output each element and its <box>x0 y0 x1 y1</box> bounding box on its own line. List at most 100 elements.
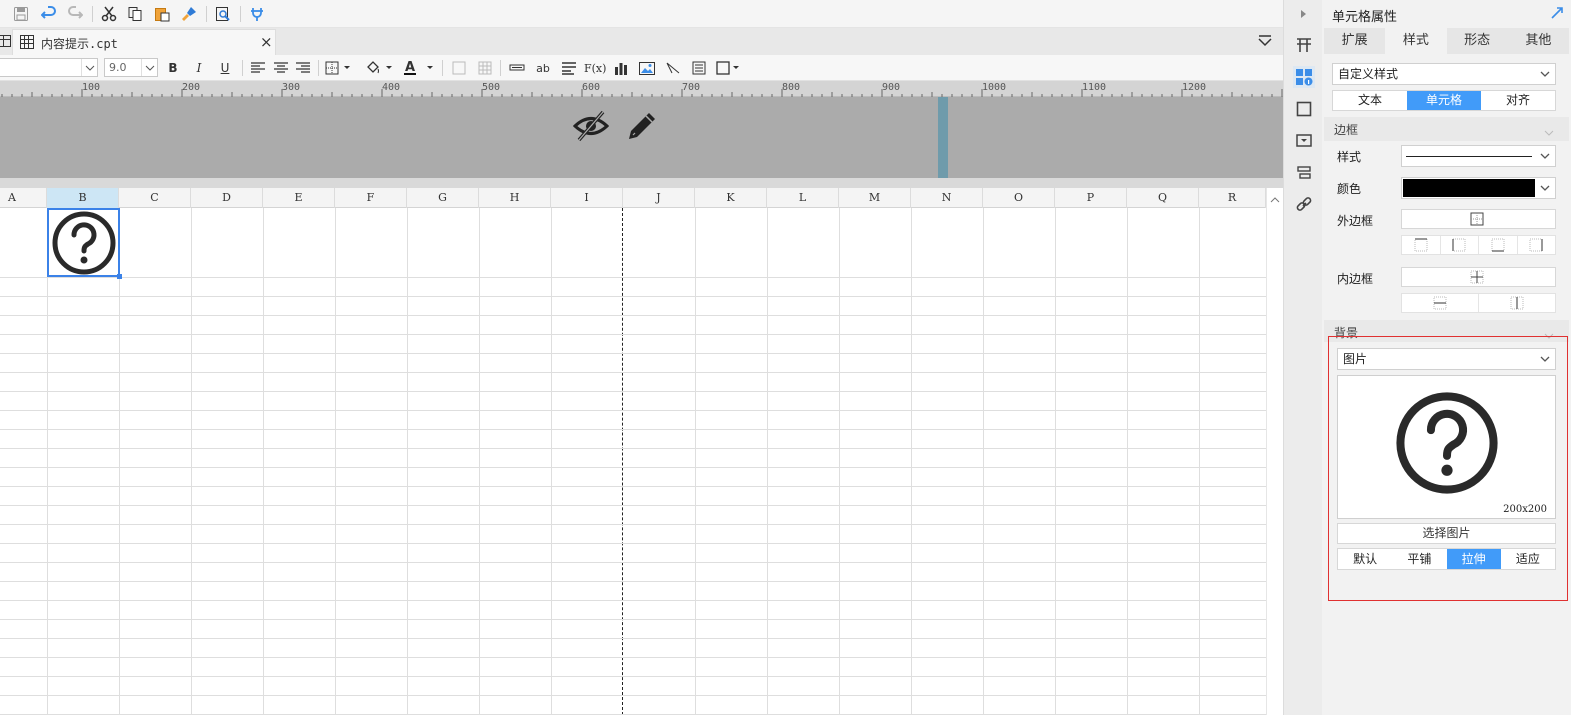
border-style-select[interactable] <box>1401 145 1556 167</box>
inner-horizontal-button[interactable] <box>1402 294 1479 312</box>
undo-icon[interactable] <box>40 5 58 23</box>
column-header[interactable]: O <box>983 188 1055 208</box>
file-tab[interactable]: 内容提示.cpt × <box>12 29 276 55</box>
column-header[interactable]: N <box>911 188 983 208</box>
report-icon <box>19 34 35 53</box>
font-family-select[interactable] <box>0 58 98 77</box>
column-header[interactable]: G <box>407 188 479 208</box>
inner-border-all-button[interactable] <box>1401 267 1556 287</box>
edit-pencil-icon[interactable] <box>625 109 659 146</box>
merge-cells-icon[interactable] <box>450 59 468 77</box>
subtab-cell[interactable]: 单元格 <box>1407 91 1481 110</box>
column-header[interactable]: F <box>335 188 407 208</box>
chevron-up-icon[interactable] <box>1270 192 1280 206</box>
layout-stretch-button[interactable]: 拉伸 <box>1446 549 1501 569</box>
plugin-icon[interactable] <box>248 5 266 23</box>
formula-button[interactable]: F(x) <box>584 59 606 77</box>
column-header-selected[interactable]: B <box>47 188 119 208</box>
column-header[interactable]: L <box>767 188 839 208</box>
column-header[interactable]: P <box>1055 188 1127 208</box>
border-style-icon[interactable] <box>716 59 740 77</box>
border-left-button[interactable] <box>1441 236 1479 254</box>
tab-form[interactable]: 形态 <box>1446 28 1508 54</box>
layout-fit-button[interactable]: 适应 <box>1501 549 1555 569</box>
tab-expand[interactable]: 扩展 <box>1324 28 1386 54</box>
outer-border-all-button[interactable] <box>1401 209 1556 229</box>
cell-properties-icon[interactable] <box>1293 66 1315 88</box>
collapse-arrow-icon[interactable] <box>1293 3 1315 25</box>
tab-list-icon[interactable] <box>1258 35 1272 50</box>
inner-border-options <box>1401 293 1556 313</box>
border-icon[interactable] <box>325 59 351 77</box>
tab-other[interactable]: 其他 <box>1507 28 1569 54</box>
sub-report-icon[interactable] <box>690 59 708 77</box>
italic-button[interactable]: I <box>190 59 208 77</box>
tab-style[interactable]: 样式 <box>1385 28 1447 54</box>
align-center-icon[interactable] <box>272 59 290 77</box>
column-header[interactable]: K <box>695 188 767 208</box>
column-header[interactable]: H <box>479 188 551 208</box>
pin-icon[interactable] <box>1550 6 1564 23</box>
style-preset-select[interactable]: 自定义样式 <box>1332 63 1556 85</box>
close-tab-icon[interactable]: × <box>260 33 273 51</box>
dropdown-widget-icon[interactable] <box>1293 130 1315 152</box>
widget-frame-icon[interactable] <box>1293 98 1315 120</box>
column-header[interactable]: A <box>0 188 47 208</box>
background-type-select[interactable]: 图片 <box>1337 348 1556 370</box>
inner-vertical-button[interactable] <box>1479 294 1555 312</box>
border-top-button[interactable] <box>1402 236 1441 254</box>
column-header[interactable]: J <box>623 188 695 208</box>
split-cells-icon[interactable] <box>476 59 494 77</box>
slash-icon[interactable] <box>664 59 682 77</box>
selected-cell[interactable] <box>47 208 122 279</box>
redo-icon[interactable] <box>66 5 84 23</box>
horizontal-ruler: 100 200 300 400 500 600 700 800 900 1000… <box>0 81 1283 97</box>
border-bottom-button[interactable] <box>1479 236 1518 254</box>
column-header[interactable]: I <box>551 188 623 208</box>
preview-icon[interactable] <box>214 5 232 23</box>
image-icon[interactable] <box>638 59 656 77</box>
border-section-header[interactable]: 边框 <box>1324 117 1569 141</box>
fill-color-icon[interactable] <box>365 59 393 77</box>
column-header[interactable]: M <box>839 188 911 208</box>
underline-button[interactable]: U <box>216 59 234 77</box>
wrap-text-icon[interactable] <box>560 59 578 77</box>
cell-expand-icon[interactable] <box>1293 34 1315 56</box>
copy-icon[interactable] <box>126 5 144 23</box>
paste-icon[interactable] <box>153 5 171 23</box>
subtab-text[interactable]: 文本 <box>1333 91 1407 110</box>
insert-text-button[interactable]: ab <box>534 59 552 77</box>
column-header[interactable]: C <box>119 188 191 208</box>
column-header[interactable]: R <box>1199 188 1266 208</box>
hide-eye-icon[interactable] <box>572 109 610 146</box>
border-right-button[interactable] <box>1518 236 1556 254</box>
border-color-select[interactable] <box>1401 177 1556 199</box>
format-brush-icon[interactable] <box>180 5 198 23</box>
align-right-icon[interactable] <box>294 59 312 77</box>
insert-line-icon[interactable] <box>508 59 526 77</box>
subtab-align[interactable]: 对齐 <box>1481 91 1555 110</box>
fill-handle[interactable] <box>117 274 122 279</box>
vertical-scrollbar[interactable] <box>1266 188 1283 715</box>
layout-tile-button[interactable]: 平铺 <box>1392 549 1446 569</box>
font-color-icon[interactable]: A <box>403 59 435 77</box>
column-header[interactable]: D <box>191 188 263 208</box>
cut-icon[interactable] <box>100 5 118 23</box>
spreadsheet-grid[interactable] <box>0 208 1266 715</box>
font-size-select[interactable]: 9.0 <box>104 58 158 77</box>
ruler-label: 300 <box>282 82 301 93</box>
bold-button[interactable]: B <box>164 59 182 77</box>
ruler-label: 200 <box>182 82 201 93</box>
condition-attribute-icon[interactable] <box>1293 162 1315 184</box>
column-header[interactable]: Q <box>1127 188 1199 208</box>
hyperlink-icon[interactable] <box>1293 194 1315 216</box>
save-icon[interactable] <box>12 5 30 23</box>
chart-icon[interactable] <box>612 59 630 77</box>
layout-default-button[interactable]: 默认 <box>1338 549 1392 569</box>
style-subtabs: 文本 单元格 对齐 <box>1332 90 1556 111</box>
align-left-icon[interactable] <box>249 59 267 77</box>
column-header[interactable]: E <box>263 188 335 208</box>
chevron-down-icon <box>1544 125 1554 139</box>
choose-image-button[interactable]: 选择图片 <box>1337 523 1556 544</box>
outer-border-options <box>1401 235 1556 255</box>
